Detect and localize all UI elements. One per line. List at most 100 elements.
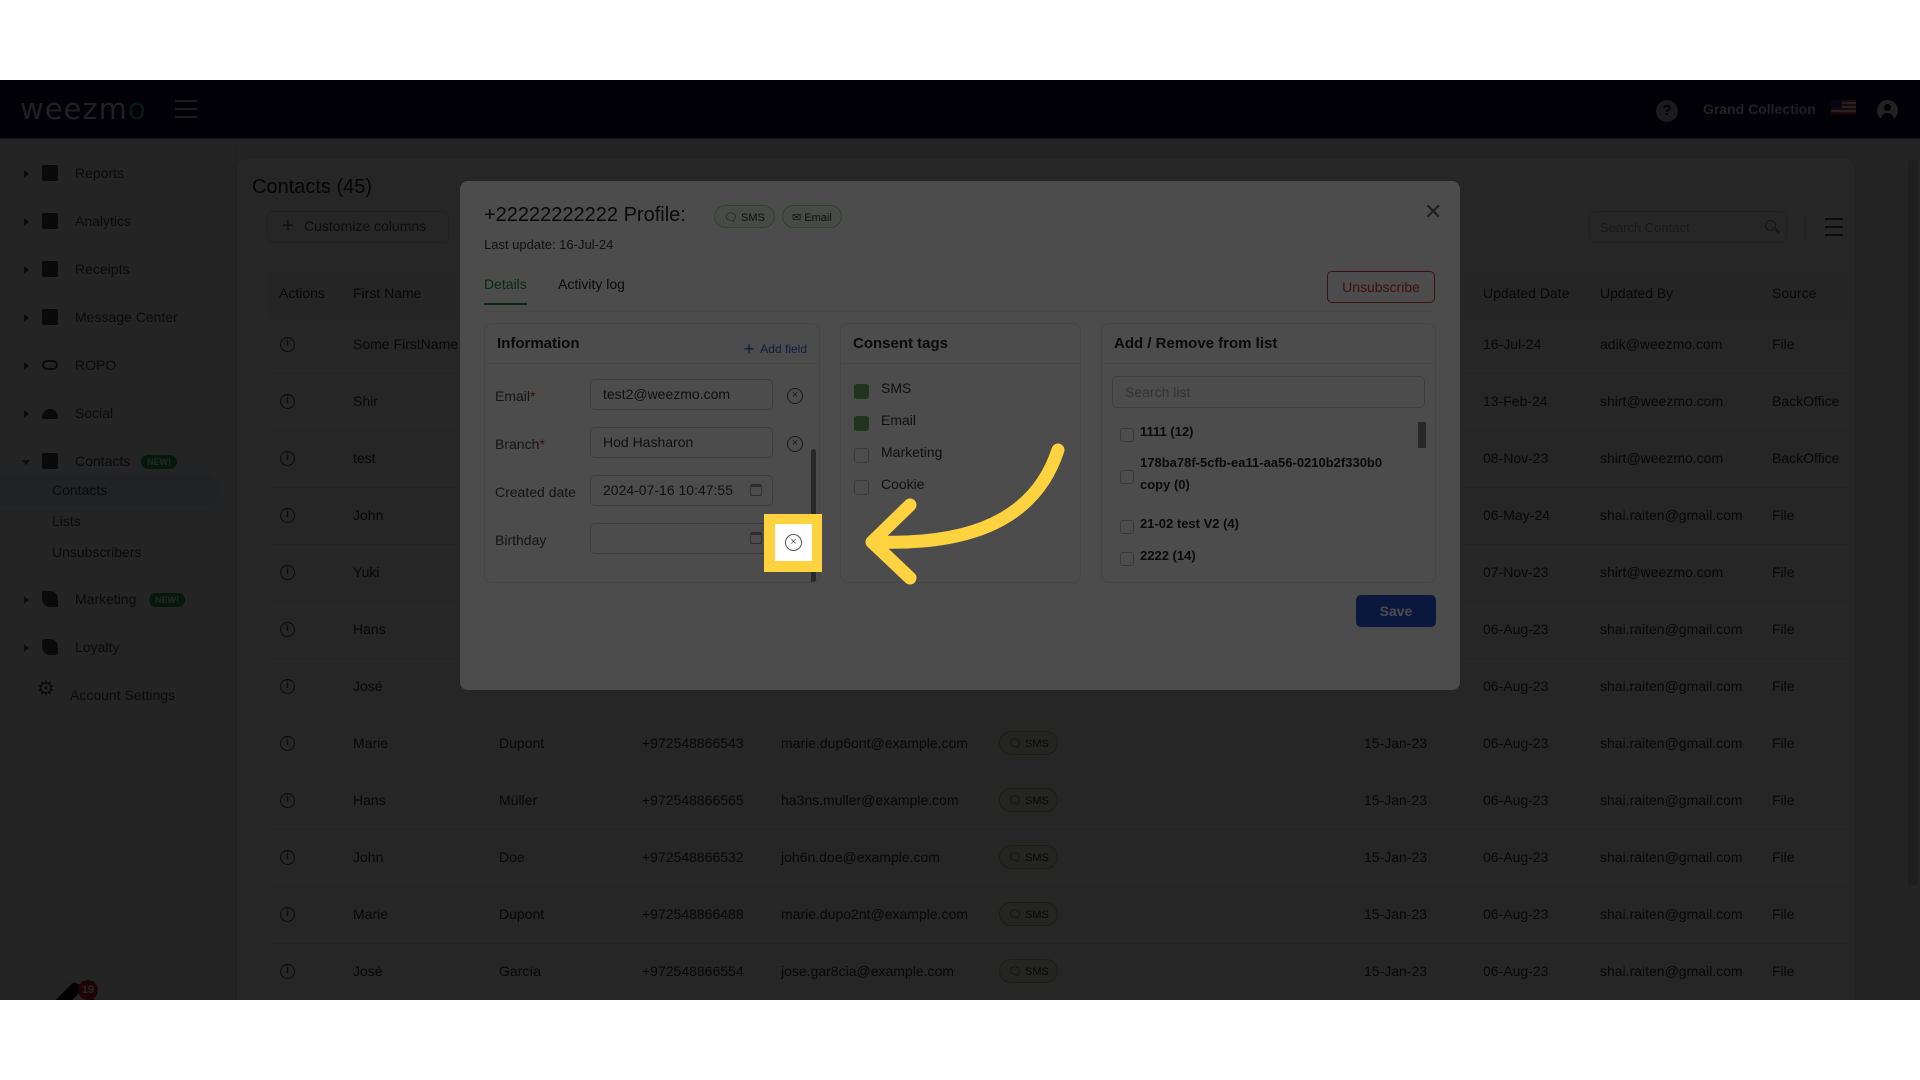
cookie-consent-checkbox[interactable] <box>854 480 869 495</box>
table-row[interactable]: i John Doe +972548866532 joh6n.doe@example.c… <box>267 830 1847 887</box>
calendar-icon[interactable] <box>750 484 762 496</box>
sidebar-sub-unsubscribers[interactable]: Unsubscribers <box>52 544 141 560</box>
sidebar-item-receipts[interactable]: Receipts <box>0 251 236 291</box>
table-row[interactable]: i Hans Müller +972548866565 ha3ns.muller@exa… <box>267 773 1847 830</box>
column-actions[interactable]: Actions <box>279 285 325 301</box>
last-name-cell: Dupont <box>499 735 545 751</box>
weezmo-logo[interactable]: weezmo <box>20 92 147 126</box>
tag-label: SMS <box>1025 909 1049 921</box>
sidebar-sub-contacts[interactable]: Contacts <box>52 482 107 498</box>
updated-by-cell: shai.raiten@gmail.com <box>1600 849 1743 865</box>
info-icon[interactable]: i <box>280 793 295 808</box>
info-icon[interactable]: i <box>280 508 295 523</box>
info-icon[interactable]: i <box>280 451 295 466</box>
last-update: Last update: 16-Jul-24 <box>484 237 614 252</box>
sidebar-sub-lists[interactable]: Lists <box>52 513 81 529</box>
updated-date-cell: 16-Jul-24 <box>1483 336 1542 352</box>
account-name[interactable]: Grand Collection <box>1703 101 1816 117</box>
page-scrollbar[interactable] <box>1908 160 1918 885</box>
logo-text: weezm <box>20 92 128 126</box>
email-field[interactable]: test2@weezmo.com <box>590 379 773 410</box>
created-date-field[interactable]: 2024-07-16 10:47:55 <box>590 475 773 506</box>
last-name-cell: Doe <box>499 849 525 865</box>
sidebar-item-label: Contacts <box>75 453 131 469</box>
sidebar-item-account-settings[interactable]: ⚙ Account Settings <box>0 677 236 717</box>
sms-tag: 🗨 SMS <box>714 205 775 228</box>
sidebar-item-ropo[interactable]: ROPO <box>0 347 236 387</box>
branch-field[interactable]: Hod Hasharon <box>590 427 773 458</box>
email-consent-checkbox[interactable] <box>854 416 869 431</box>
divider <box>484 311 1435 312</box>
column-updated-date[interactable]: Updated Date <box>1483 285 1569 301</box>
sidebar-item-message-center[interactable]: Message Center <box>0 299 236 339</box>
sidebar-item-analytics[interactable]: Analytics <box>0 203 236 243</box>
created-date-cell: 15-Jan-23 <box>1364 849 1428 865</box>
menu-icon[interactable] <box>175 100 197 118</box>
first-name-cell: José <box>353 963 383 979</box>
save-button[interactable]: Save <box>1356 595 1436 627</box>
field-label: Email <box>495 388 531 404</box>
tag-label: SMS <box>1025 966 1049 978</box>
panel-header: Information Add field <box>485 324 819 364</box>
source-cell: File <box>1772 621 1795 637</box>
tag-label: Email <box>804 212 832 224</box>
column-updated-by[interactable]: Updated By <box>1600 285 1673 301</box>
tag-icon <box>42 639 58 655</box>
clear-branch-icon[interactable]: × <box>787 436 803 452</box>
tab-details[interactable]: Details <box>484 276 527 305</box>
column-source[interactable]: Source <box>1772 285 1816 301</box>
updated-date-cell: 13-Feb-24 <box>1483 393 1548 409</box>
info-icon[interactable]: i <box>280 964 295 979</box>
sms-consent-checkbox[interactable] <box>854 384 869 399</box>
required-mark: * <box>539 436 545 452</box>
info-icon[interactable]: i <box>280 736 295 751</box>
info-icon[interactable]: i <box>280 394 295 409</box>
info-icon[interactable]: i <box>280 850 295 865</box>
sidebar-item-social[interactable]: Social <box>0 395 236 435</box>
birthday-field[interactable] <box>590 523 773 554</box>
marketing-consent-checkbox[interactable] <box>854 448 869 463</box>
sidebar-item-reports[interactable]: Reports <box>0 155 236 195</box>
clear-email-icon[interactable]: × <box>787 388 803 404</box>
first-name-cell: John <box>353 507 384 523</box>
column-first-name[interactable]: First Name <box>353 285 421 301</box>
add-field-button[interactable]: Add field <box>744 337 807 358</box>
table-row[interactable]: i Marie Dupont +972548866488 marie.dupo2nt@e… <box>267 887 1847 944</box>
search-contact-input[interactable]: Search Contact <box>1589 211 1787 243</box>
created-date-cell: 15-Jan-23 <box>1364 963 1428 979</box>
list-checkbox[interactable] <box>1120 428 1134 442</box>
info-icon[interactable]: i <box>280 565 295 580</box>
source-cell: File <box>1772 336 1795 352</box>
list-checkbox[interactable] <box>1120 520 1134 534</box>
sidebar-item-marketing[interactable]: Marketing NEW! <box>0 581 236 621</box>
email-cell: marie.dupo2nt@example.com <box>781 906 968 922</box>
list-checkbox[interactable] <box>1120 552 1134 566</box>
customize-columns-button[interactable]: Customize columns <box>267 211 449 243</box>
info-icon[interactable]: i <box>280 679 295 694</box>
first-name-cell: Yuki <box>353 564 380 580</box>
info-icon[interactable]: i <box>280 337 295 352</box>
table-row[interactable]: i José García +972548866554 jose.gar8cia@exa… <box>267 944 1847 1000</box>
info-icon[interactable]: i <box>280 622 295 637</box>
calendar-icon[interactable] <box>750 532 762 544</box>
close-icon[interactable]: ✕ <box>1424 199 1442 225</box>
tag-label: SMS <box>1025 738 1049 750</box>
help-icon[interactable]: ? <box>1656 100 1678 122</box>
notifications-avatar[interactable]: 19 <box>40 980 98 1000</box>
search-list-input[interactable]: Search list <box>1112 376 1425 408</box>
us-flag-icon[interactable] <box>1831 100 1856 114</box>
birthday-clear-button[interactable]: × <box>785 534 802 551</box>
tab-activity-log[interactable]: Activity log <box>558 276 625 292</box>
info-icon[interactable]: i <box>280 907 295 922</box>
people-icon <box>42 409 58 419</box>
table-row[interactable]: i Marie Dupont +972548866543 marie.dup6ont@e… <box>267 716 1847 773</box>
list-checkbox[interactable] <box>1120 470 1134 484</box>
list-scrollbar[interactable] <box>1418 422 1426 448</box>
lists-panel: Add / Remove from list Search list 1111 … <box>1101 323 1436 583</box>
sidebar-item-loyalty[interactable]: Loyalty <box>0 629 236 669</box>
filter-sliders-icon[interactable] <box>1825 218 1843 236</box>
updated-date-cell: 06-May-24 <box>1483 507 1550 523</box>
user-account-icon[interactable] <box>1877 100 1898 121</box>
panel-header: Consent tags <box>841 324 1080 364</box>
unsubscribe-button[interactable]: Unsubscribe <box>1327 271 1435 303</box>
